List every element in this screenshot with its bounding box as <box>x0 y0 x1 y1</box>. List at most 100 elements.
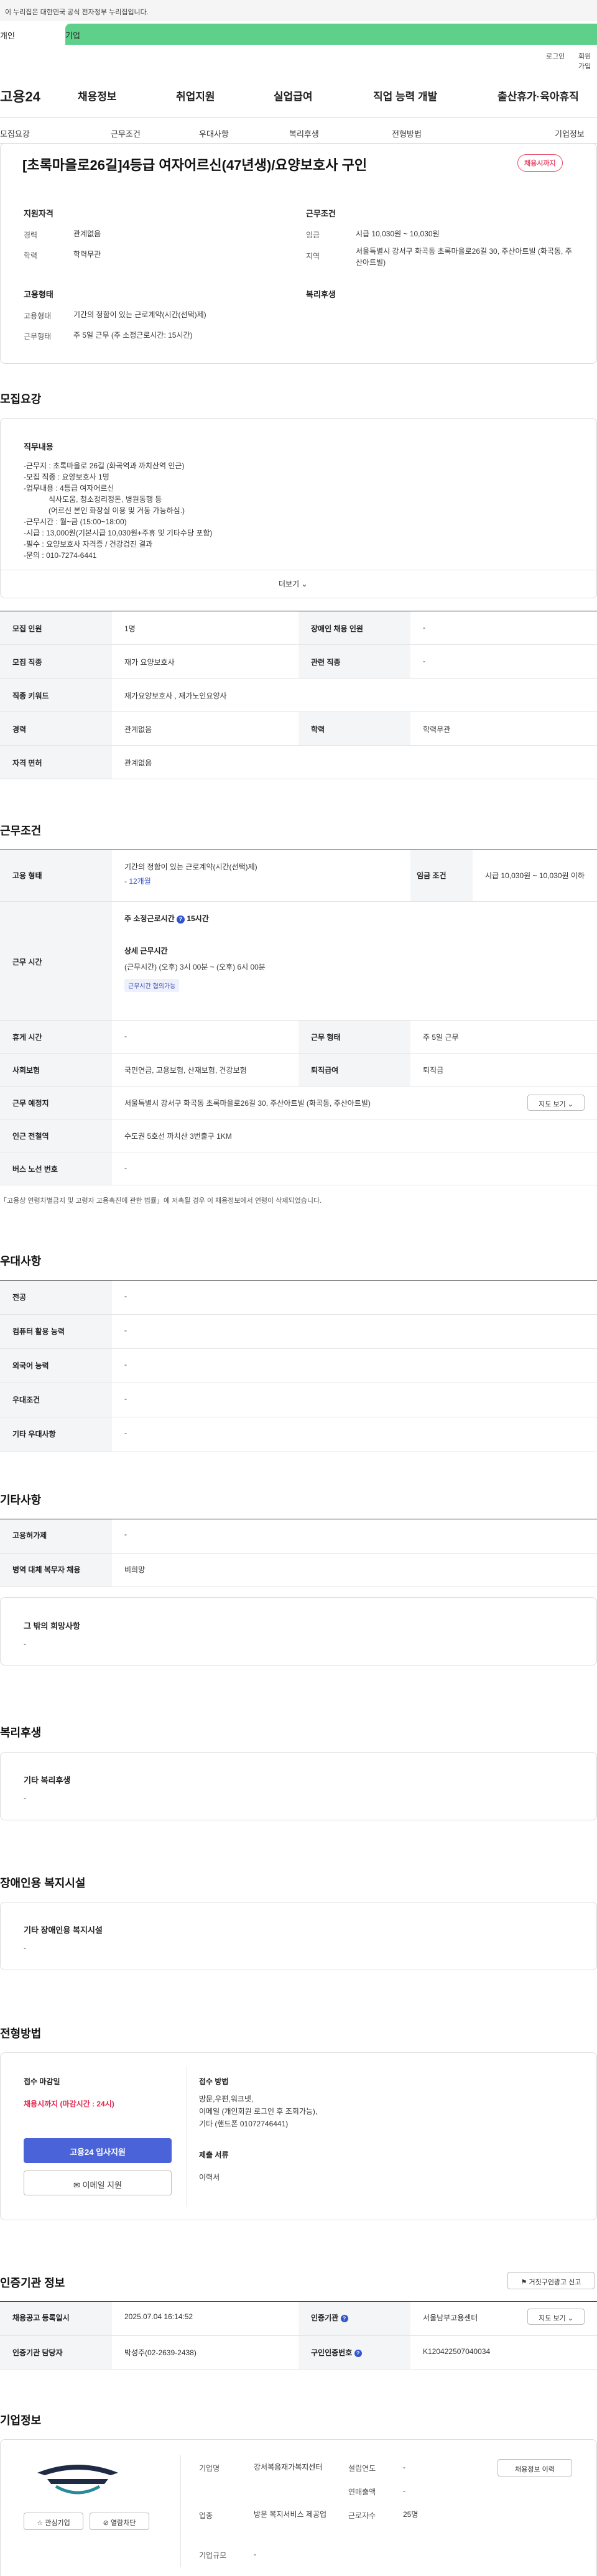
permit-value: - <box>124 1530 127 1539</box>
method-value-3: 기타 (핸드폰 01072746441) <box>199 2120 289 2128</box>
method-key: 접수 방법 <box>199 2077 229 2086</box>
snb-conditions[interactable]: 근무조건 <box>111 127 141 139</box>
block-view-button[interactable]: ⊘ 열람차단 <box>90 2513 149 2530</box>
recruit-count-key: 모집 인원 <box>12 624 42 633</box>
pref-condition-value: - <box>124 1394 127 1403</box>
table-row-line <box>0 1348 597 1349</box>
tab-business[interactable]: 기업 <box>65 24 597 45</box>
pref-major-key: 전공 <box>12 1293 27 1302</box>
login-link[interactable]: 로그인 <box>546 51 565 61</box>
wage-value: 시급 10,030원 ~ 10,030원 <box>356 229 440 238</box>
method-value-1: 방문,우편,워크넷, <box>199 2095 254 2103</box>
employees-key: 근로자수 <box>348 2511 376 2520</box>
block-icon: ⊘ <box>103 2519 109 2527</box>
deadline-badge-text: 채용시까지 <box>517 154 563 172</box>
pref-etc-key: 기타 우대사항 <box>12 1430 56 1439</box>
apply-button[interactable]: 고용24 입사지원 <box>24 2138 172 2163</box>
qualification-title: 지원자격 <box>24 209 53 218</box>
pref-language-value: - <box>124 1360 127 1369</box>
pref-computer-key: 컴퓨터 활용 능력 <box>12 1327 65 1336</box>
military-key: 병역 대체 복무자 채용 <box>12 1565 81 1574</box>
info-icon[interactable]: ? <box>340 2315 348 2322</box>
company-logo <box>31 2460 124 2498</box>
info-icon[interactable]: ? <box>176 915 185 924</box>
gnb-unemployment-benefit[interactable]: 실업급여 <box>274 88 313 103</box>
welfare-section-title: 복리후생 <box>0 1726 42 1739</box>
rest-key: 휴게 시간 <box>12 1033 42 1042</box>
map-button[interactable]: 지도 보기 ⌄ <box>527 1095 585 1111</box>
job-title: [초록마을로26길]4등급 여자어르신(47년생)/요양보호사 구인 <box>22 157 368 173</box>
detail-time-title: 상세 근무시간 <box>124 947 168 955</box>
disabled-count-key: 장애인 채용 인원 <box>311 624 363 633</box>
job-desc-line: -근무시간 : 월~금 (15:00~18:00) <box>24 517 127 526</box>
snb-recruit[interactable]: 모집요강 <box>0 127 30 139</box>
site-logo[interactable]: 고용24 <box>0 86 40 106</box>
pref-language-key: 외국어 능력 <box>12 1361 49 1370</box>
email-icon: ✉ <box>73 2180 80 2190</box>
job-desc-line: -필수 : 요양보호사 자격증 / 건강검진 결과 <box>24 540 153 549</box>
place-key: 근무 예정지 <box>12 1099 49 1108</box>
job-history-button[interactable]: 채용정보 이력 <box>497 2459 572 2476</box>
docs-key: 제출 서류 <box>199 2151 229 2159</box>
established-key: 설립연도 <box>348 2464 376 2473</box>
gnb-parental-leave[interactable]: 출산휴가·육아휴직 <box>497 88 579 103</box>
snb-welfare[interactable]: 복리후생 <box>289 127 319 139</box>
bus-key: 버스 노선 번호 <box>12 1165 58 1174</box>
tab-personal[interactable]: 개인 <box>0 24 65 45</box>
disabled-box-title: 기타 장애인용 복지시설 <box>24 1925 103 1935</box>
workday-value: 주 5일 근무 (주 소정근로시간: 15시간) <box>73 331 193 340</box>
snb-preferences[interactable]: 우대사항 <box>199 127 229 139</box>
job-desc-title: 직무내용 <box>24 442 53 452</box>
deadline-badge: 채용시까지 <box>517 154 563 172</box>
weekly-hours-value: 15시간 <box>187 914 209 923</box>
chevron-down-icon: ⌄ <box>567 2315 573 2322</box>
time-negotiable-text: 근무시간 협의가능 <box>124 979 180 992</box>
table-row-line <box>0 1314 597 1315</box>
header-divider <box>0 117 597 118</box>
workday-key: 근무형태 <box>24 332 52 341</box>
pref-condition-key: 우대조건 <box>12 1396 40 1404</box>
emptype-value: 기간의 정함이 있는 근로계약(시간(선택)제) <box>73 310 206 319</box>
docs-value: 이력서 <box>199 2173 220 2182</box>
work-section-title: 근무조건 <box>0 825 42 837</box>
info-icon[interactable]: ? <box>354 2350 362 2357</box>
join-link[interactable]: 회원가입 <box>578 51 597 71</box>
tab-business-label: 기업 <box>65 31 80 40</box>
related-job-value: - <box>423 657 425 665</box>
wage-key: 임금 <box>306 231 320 239</box>
career-key: 경력 <box>24 231 38 239</box>
snb-screening[interactable]: 전형방법 <box>392 127 422 139</box>
gnb-employment-support[interactable]: 취업지원 <box>176 88 215 103</box>
bus-value: - <box>124 1164 127 1172</box>
agency-section-title: 인증기관 정보 <box>0 2277 65 2289</box>
disabled-card <box>0 1902 597 1970</box>
agency-key: 인증기관 ? <box>311 2312 348 2323</box>
job-history-label: 채용정보 이력 <box>515 2466 555 2473</box>
user-type-tabs: 개인 기업 <box>0 21 597 46</box>
email-apply-label: 이메일 지원 <box>82 2180 122 2190</box>
established-value: - <box>403 2463 405 2472</box>
email-apply-button[interactable]: ✉ 이메일 지원 <box>24 2171 172 2195</box>
agency-map-button[interactable]: 지도 보기 ⌄ <box>527 2309 585 2325</box>
pref-section-title: 우대사항 <box>0 1255 42 1267</box>
snb-company[interactable]: 기업정보 <box>555 127 585 139</box>
more-button[interactable]: 더보기 ⌄ <box>279 578 308 590</box>
company-size-key: 기업규모 <box>199 2551 227 2560</box>
table-row-line <box>0 711 597 712</box>
job-desc-line: (어르신 본인 화장실 이용 및 거동 가능하심.) <box>24 506 185 515</box>
report-fake-ad-label: 거짓구인광고 신고 <box>529 2279 581 2286</box>
method-value-2: 이메일 (개인회원 로그인 후 조회가능), <box>199 2107 318 2116</box>
gnb-vocational-training[interactable]: 직업 능력 개발 <box>373 88 437 103</box>
pref-computer-value: - <box>124 1326 127 1335</box>
gnb-jobs[interactable]: 채용정보 <box>78 88 117 103</box>
favorite-company-button[interactable]: ☆ 관심기업 <box>24 2513 83 2530</box>
company-logo-image <box>37 2465 118 2495</box>
report-fake-ad-button[interactable]: ⚑ 거짓구인광고 신고 <box>507 2272 595 2289</box>
job-keyword-value: 재가요양보호사 , 재가노인요양사 <box>124 692 227 700</box>
recruit-count-value: 1명 <box>124 624 136 633</box>
reg-date-value: 2025.07.04 16:14:52 <box>124 2312 193 2321</box>
industry-value: 방문 복지서비스 제공업 <box>254 2510 327 2519</box>
table-row-line <box>0 678 597 679</box>
weekly-hours-label: 주 소정근로시간 <box>124 914 175 923</box>
etc-section-title: 기타사항 <box>0 1494 42 1506</box>
